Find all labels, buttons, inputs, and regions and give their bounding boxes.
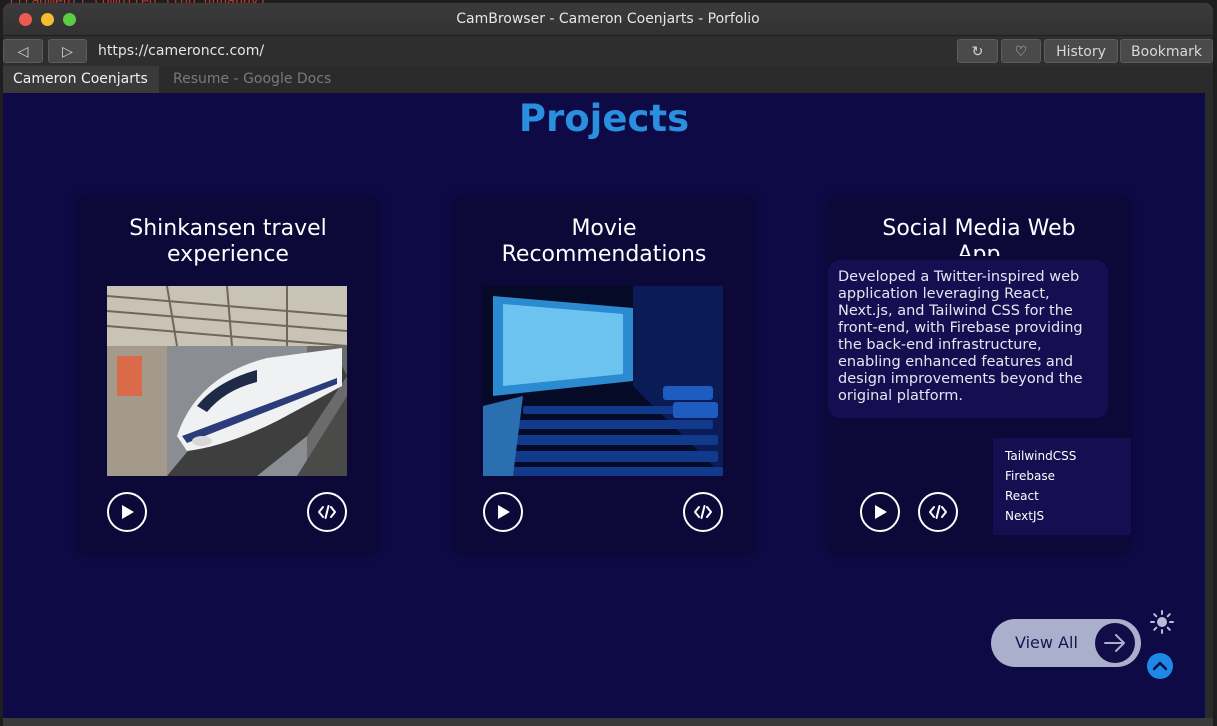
shinkansen-train-image: [107, 286, 347, 476]
title-bar: CamBrowser - Cameron Coenjarts - Porfoli…: [3, 3, 1213, 36]
navigation-bar: ◁ ▷ https://cameroncc.com/ ↻ ♡ History B…: [3, 36, 1213, 66]
project-title: Shinkansen travel experience: [129, 216, 327, 267]
tech-tag: Firebase: [1005, 469, 1056, 483]
tab-bar: Cameron Coenjarts - Resume - Google Docs: [3, 66, 1213, 114]
tech-tag: React: [1005, 489, 1039, 503]
tech-tag: TailwindCSS: [1005, 449, 1077, 463]
reload-icon: ↻: [971, 44, 984, 60]
code-icon: [929, 505, 947, 519]
arrow-right-icon: [1095, 623, 1135, 663]
scroll-to-top-button[interactable]: [1147, 653, 1173, 679]
source-code-button[interactable]: [918, 492, 958, 532]
page-title: Projects: [518, 97, 690, 140]
play-icon: [498, 505, 510, 519]
back-icon: ◁: [17, 44, 29, 60]
heart-icon: ♡: [1014, 44, 1028, 60]
window-title: CamBrowser - Cameron Coenjarts - Porfoli…: [456, 11, 760, 27]
view-all-label: View All: [1015, 633, 1078, 652]
sun-icon[interactable]: [1150, 610, 1174, 634]
live-demo-button[interactable]: [860, 492, 900, 532]
play-icon: [875, 505, 887, 519]
movie-theater-image: [483, 286, 723, 476]
tech-tag: NextJS: [1005, 509, 1045, 523]
reload-button[interactable]: ↻: [957, 39, 998, 63]
web-page: Projects Shinkansen travel experience Mo…: [3, 93, 1205, 719]
project-card: Shinkansen travel experience: [77, 196, 379, 553]
tab-portfolio[interactable]: Cameron Coenjarts -: [3, 66, 159, 114]
history-button[interactable]: History: [1044, 39, 1118, 63]
project-title: Social Media Web App: [882, 216, 1076, 256]
source-code-button[interactable]: [307, 492, 347, 532]
live-demo-button[interactable]: [483, 492, 523, 532]
scrollbar[interactable]: [1205, 93, 1213, 719]
browser-window: CamBrowser - Cameron Coenjarts - Porfoli…: [3, 3, 1213, 726]
back-button[interactable]: ◁: [3, 39, 43, 63]
view-all-button[interactable]: View All: [991, 619, 1141, 667]
project-card: Movie Recommendations: [453, 196, 755, 553]
code-icon: [318, 505, 336, 519]
live-demo-button[interactable]: [107, 492, 147, 532]
forward-button[interactable]: ▷: [48, 39, 87, 63]
play-icon: [122, 505, 134, 519]
favorite-button[interactable]: ♡: [1001, 39, 1041, 63]
tech-tags: TailwindCSS Firebase React NextJS: [993, 438, 1131, 535]
url-input[interactable]: https://cameroncc.com/: [91, 39, 953, 63]
bottom-edge: [3, 718, 1213, 726]
tab-resume[interactable]: Resume - Google Docs: [163, 66, 341, 93]
chevron-up-icon: [1153, 661, 1167, 671]
project-description-tooltip: Developed a Twitter-inspired web applica…: [828, 260, 1108, 418]
project-title: Movie Recommendations: [501, 216, 707, 267]
code-icon: [694, 505, 712, 519]
forward-icon: ▷: [62, 44, 73, 60]
bookmark-button[interactable]: Bookmark: [1120, 39, 1213, 63]
source-code-button[interactable]: [683, 492, 723, 532]
